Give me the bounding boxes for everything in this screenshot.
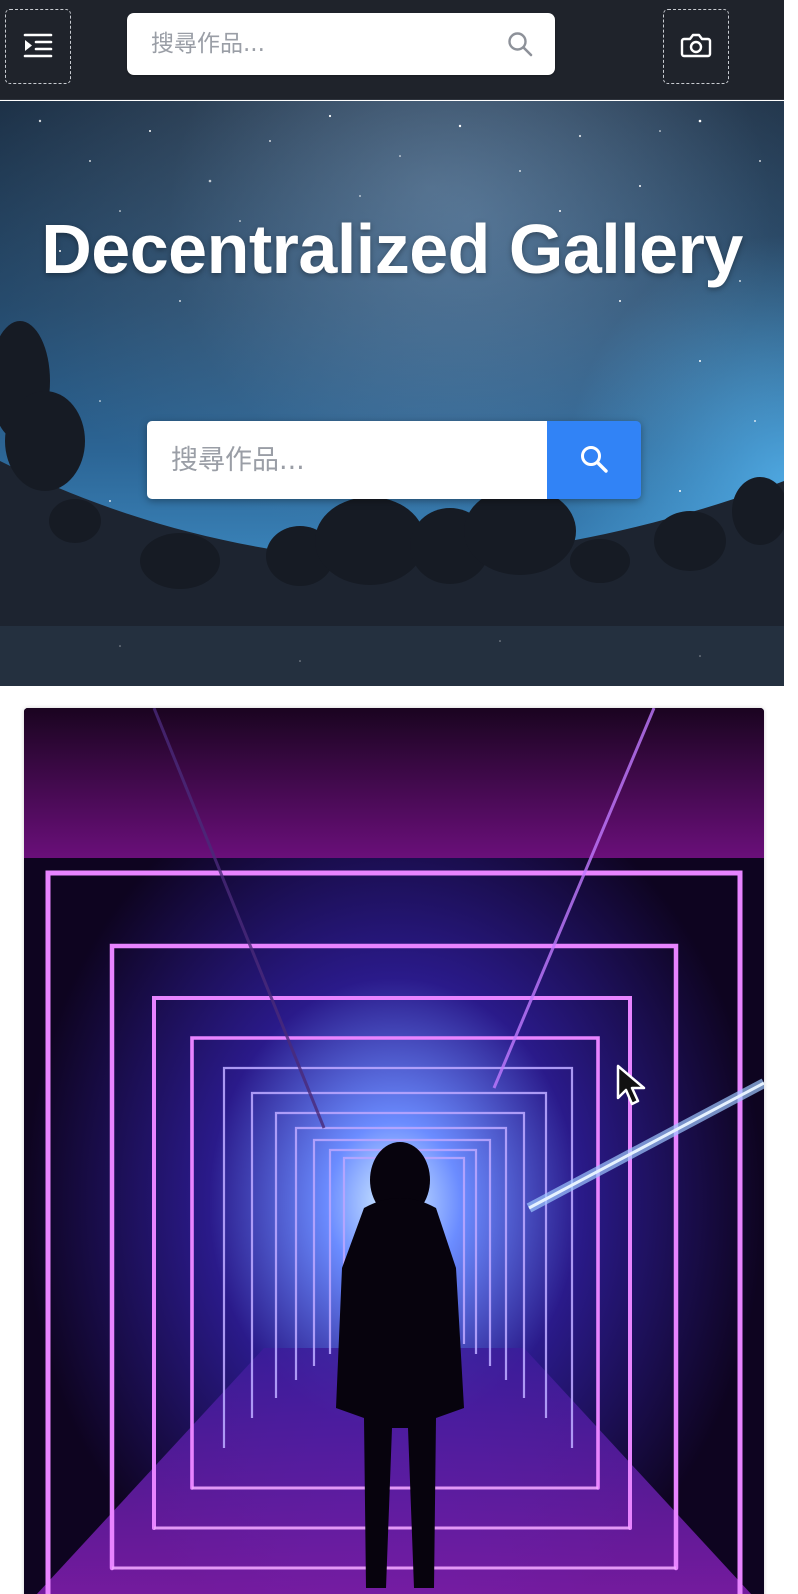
menu-indent-icon: [22, 31, 54, 63]
camera-button[interactable]: [663, 9, 729, 84]
hero-search-bar[interactable]: [147, 421, 641, 499]
search-icon: [579, 444, 609, 477]
top-search-bar[interactable]: [127, 13, 555, 75]
hero-banner: Decentralized Gallery: [0, 101, 784, 686]
artwork-card[interactable]: [24, 708, 764, 1594]
mouse-cursor-icon: [616, 1064, 650, 1112]
starry-sky-background: [0, 101, 784, 686]
neon-tunnel-image: [24, 708, 764, 1594]
top-navbar: [0, 0, 784, 100]
page: Decentralized Gallery: [0, 0, 798, 1594]
hero-search-input[interactable]: [147, 421, 547, 499]
gallery-section: [0, 686, 784, 1594]
page-edge: [784, 0, 798, 1594]
search-icon[interactable]: [505, 29, 535, 59]
menu-button[interactable]: [5, 9, 71, 84]
hero-title: Decentralized Gallery: [41, 210, 743, 288]
top-search-input[interactable]: [151, 31, 505, 57]
hero-search-button[interactable]: [547, 421, 641, 499]
camera-icon: [680, 31, 712, 63]
